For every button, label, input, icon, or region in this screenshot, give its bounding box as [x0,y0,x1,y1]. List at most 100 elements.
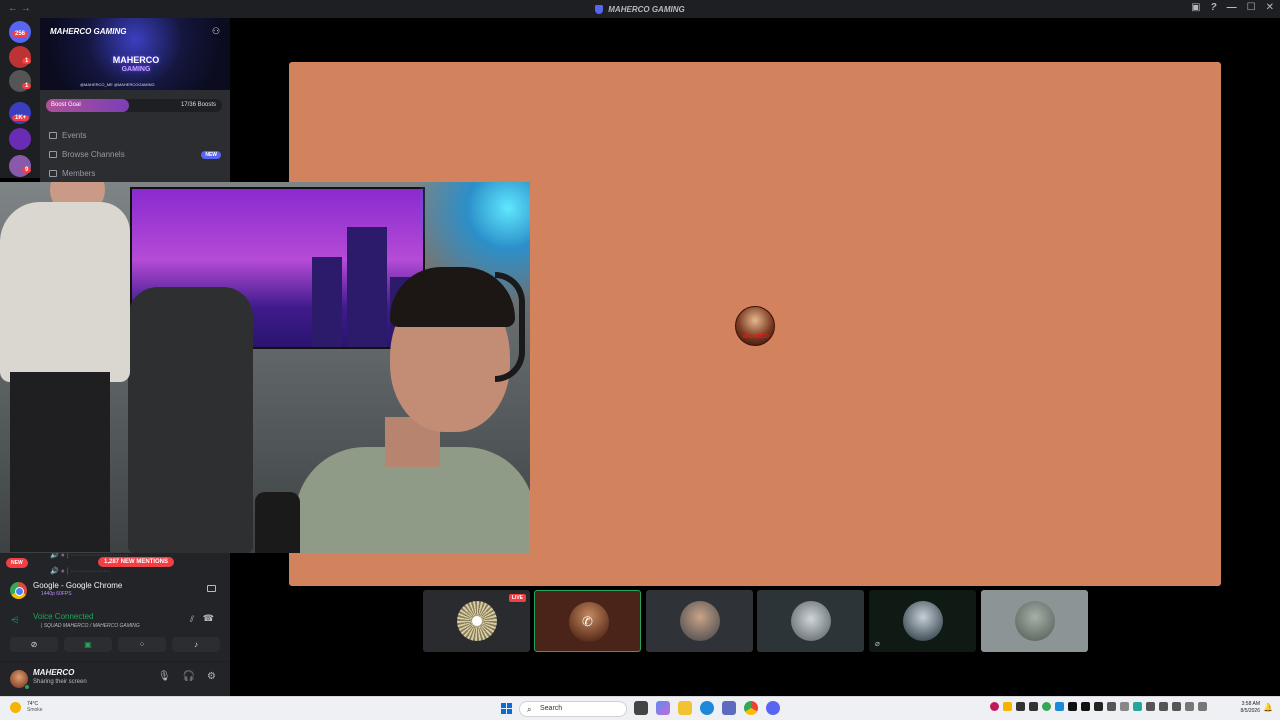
disconnect-icon[interactable]: ☎ [203,613,214,624]
channel-browse-channels[interactable]: Browse Channels NEW [49,150,221,159]
voice-channel-name[interactable]: | SQUAD MAHERCO / MAHERCO GAMING [41,623,140,629]
store-icon[interactable] [722,701,736,715]
taskbar-clock[interactable]: 3:58 AM 8/5/2026 [1230,701,1260,715]
stream-preview-row[interactable]: Google - Google Chrome 1440p 60FPS [6,579,224,601]
screen-share-button[interactable]: ▣ [64,637,112,652]
tray-app-icon[interactable] [1068,702,1077,711]
server-icon[interactable] [9,128,31,150]
tray-app-icon[interactable] [1003,702,1012,711]
tray-app-icon[interactable] [1159,702,1168,711]
boost-goal-bar[interactable]: Boost Goal 17/36 Boosts [46,99,222,112]
clock-time: 3:58 AM [1241,701,1260,707]
activities-button[interactable]: ⁘ [118,637,166,652]
tray-app-icon[interactable] [1029,702,1038,711]
channel-members[interactable]: Members [49,169,221,178]
weather-widget[interactable]: 74°C Smoke [10,701,43,713]
clock-date: 8/5/2026 [1240,708,1260,714]
window-title: MAHERCO GAMING [595,4,685,14]
minimize-button[interactable]: — [1227,2,1237,13]
file-explorer-icon[interactable] [678,701,692,715]
status-online-icon [24,684,30,690]
invite-people-icon[interactable]: ⚇ [212,26,220,37]
noise-suppression-icon[interactable]: ⫽ [190,614,194,625]
server-name[interactable]: MAHERCO GAMING [50,27,126,36]
participant-avatar [1015,601,1055,641]
task-view-icon[interactable] [634,701,648,715]
live-badge: LIVE [508,594,526,602]
participant-tile[interactable]: ⌀ [869,590,976,652]
tray-app-icon[interactable] [1081,702,1090,711]
tray-app-icon[interactable] [1055,702,1064,711]
tray-app-icon[interactable] [1042,702,1051,711]
browse-icon [49,151,57,158]
voice-channel-item[interactable]: 🔊 ● | ················· [50,567,110,575]
signal-icon: ⩤ [11,615,19,625]
windows-taskbar: 74°C Smoke ⌕ Search 3:58 AM 8/5/2026 🔔 [0,696,1280,720]
close-button[interactable]: ✕ [1266,2,1274,13]
calendar-icon [49,132,57,139]
copilot-icon[interactable] [656,701,670,715]
server-handles: @MAHERCO_ME @MAHERCOGAMING [80,82,155,87]
search-icon: ⌕ [527,705,532,714]
streamer-person [295,242,530,553]
voice-connected-panel: ⩤ Voice Connected | SQUAD MAHERCO / MAHE… [6,608,224,634]
settings-gear-icon[interactable]: ⚙ [207,671,216,682]
window-controls: ▣ ? — ☐ ✕ [1191,2,1274,13]
participant-avatar [903,601,943,641]
participant-tile[interactable] [757,590,864,652]
inbox-icon[interactable]: ▣ [1191,2,1200,13]
server-icon[interactable] [9,46,31,68]
wifi-icon[interactable] [1185,702,1194,711]
microphone-shape [255,492,300,553]
tray-app-icon[interactable] [1120,702,1129,711]
badge-home: 256 [12,31,29,37]
new-mentions-pill[interactable]: 1,287 NEW MENTIONS [98,557,175,567]
badge-server-2: 1 [22,83,32,89]
channel-events[interactable]: Events [49,131,221,140]
server-logo: MAHERCO GAMING [112,55,160,74]
voice-status[interactable]: Voice Connected [33,612,94,621]
help-icon[interactable]: ? [1211,2,1217,13]
participant-avatar [791,601,831,641]
tray-app-icon[interactable] [1133,702,1142,711]
participant-tile[interactable] [646,590,753,652]
muted-icon: ⌀ [875,639,880,648]
tray-app-icon[interactable] [990,702,999,711]
tray-app-icon[interactable] [1016,702,1025,711]
participant-tile-selected[interactable]: ✆ [534,590,641,652]
edge-icon[interactable] [700,701,714,715]
popout-icon[interactable] [207,585,216,592]
shield-icon [595,4,604,14]
new-badge: NEW [201,150,221,159]
tray-app-icon[interactable] [1172,702,1181,711]
tray-app-icon[interactable] [1146,702,1155,711]
soundboard-button[interactable]: ♪ [172,637,220,652]
back-forward-icons[interactable]: ← → [8,3,31,14]
user-controls: 🎙 🎧 ⚙ [158,671,216,682]
taskbar-search[interactable]: ⌕ Search [519,701,627,717]
stream-title: Google - Google Chrome [33,581,123,590]
weather-desc: Smoke [27,707,43,713]
headphones-icon[interactable]: 🎧 [183,671,195,682]
microphone-icon[interactable]: 🎙 [158,671,171,682]
participant-tile-live[interactable]: LIVE [423,590,530,652]
participant-tile[interactable] [981,590,1088,652]
tray-app-icon[interactable] [1107,702,1116,711]
notification-bell-icon[interactable]: 🔔 [1263,703,1273,712]
server-icon[interactable] [9,155,31,177]
server-rail: 256 1 1 1K+ 9 [0,18,40,178]
server-banner[interactable]: MAHERCO GAMING ⚇ MAHERCO GAMING @MAHERCO… [40,18,230,90]
discord-icon[interactable] [766,701,780,715]
camera-button[interactable]: ⊘ [10,637,58,652]
phone-icon: ✆ [582,614,593,629]
maximize-button[interactable]: ☐ [1247,2,1256,13]
headset-shape [495,272,525,382]
chrome-icon[interactable] [744,701,758,715]
username[interactable]: MAHERCO [33,668,74,677]
new-unread-pill[interactable]: NEW [6,558,28,568]
volume-icon[interactable] [1198,702,1207,711]
speaker-avatar[interactable]: MAHERCO [735,306,775,346]
windows-start-icon[interactable] [501,703,512,714]
tray-app-icon[interactable] [1094,702,1103,711]
participant-avatar [457,601,497,641]
